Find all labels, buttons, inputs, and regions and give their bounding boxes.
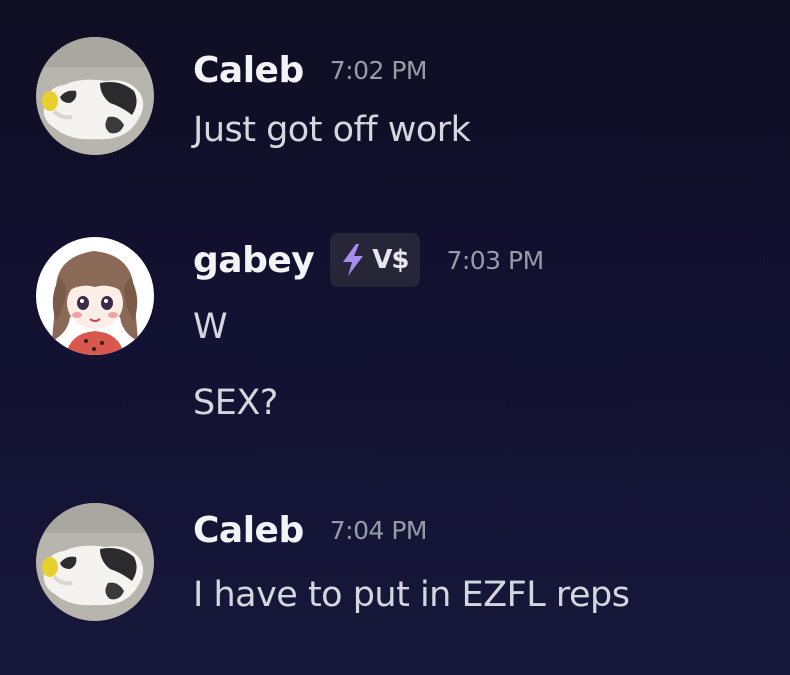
message-text: W bbox=[193, 307, 228, 347]
username[interactable]: Caleb bbox=[193, 50, 304, 91]
username[interactable]: Caleb bbox=[193, 510, 304, 551]
server-tag[interactable]: V$ bbox=[330, 233, 421, 287]
message-text: SEX? bbox=[193, 383, 278, 423]
avatar[interactable] bbox=[36, 503, 154, 621]
cat-avatar-icon bbox=[36, 37, 154, 155]
message-text: Just got off work bbox=[193, 110, 471, 150]
timestamp[interactable]: 7:04 PM bbox=[330, 516, 428, 545]
lightning-icon bbox=[343, 244, 364, 276]
anime-girl-avatar-icon bbox=[36, 237, 154, 355]
message-header: Caleb 7:04 PM bbox=[193, 506, 427, 554]
avatar[interactable] bbox=[36, 237, 154, 355]
cat-avatar-icon bbox=[36, 503, 154, 621]
message-header: gabey V$ 7:03 PM bbox=[193, 232, 544, 288]
message-text: I have to put in EZFL reps bbox=[193, 575, 630, 615]
username[interactable]: gabey bbox=[193, 240, 315, 281]
timestamp[interactable]: 7:02 PM bbox=[330, 56, 428, 85]
server-tag-label: V$ bbox=[372, 245, 409, 275]
message-header: Caleb 7:02 PM bbox=[193, 46, 427, 94]
timestamp[interactable]: 7:03 PM bbox=[446, 246, 544, 275]
chat-message-list: Caleb 7:02 PM Just got off work gabey V$… bbox=[0, 0, 790, 675]
avatar[interactable] bbox=[36, 37, 154, 155]
